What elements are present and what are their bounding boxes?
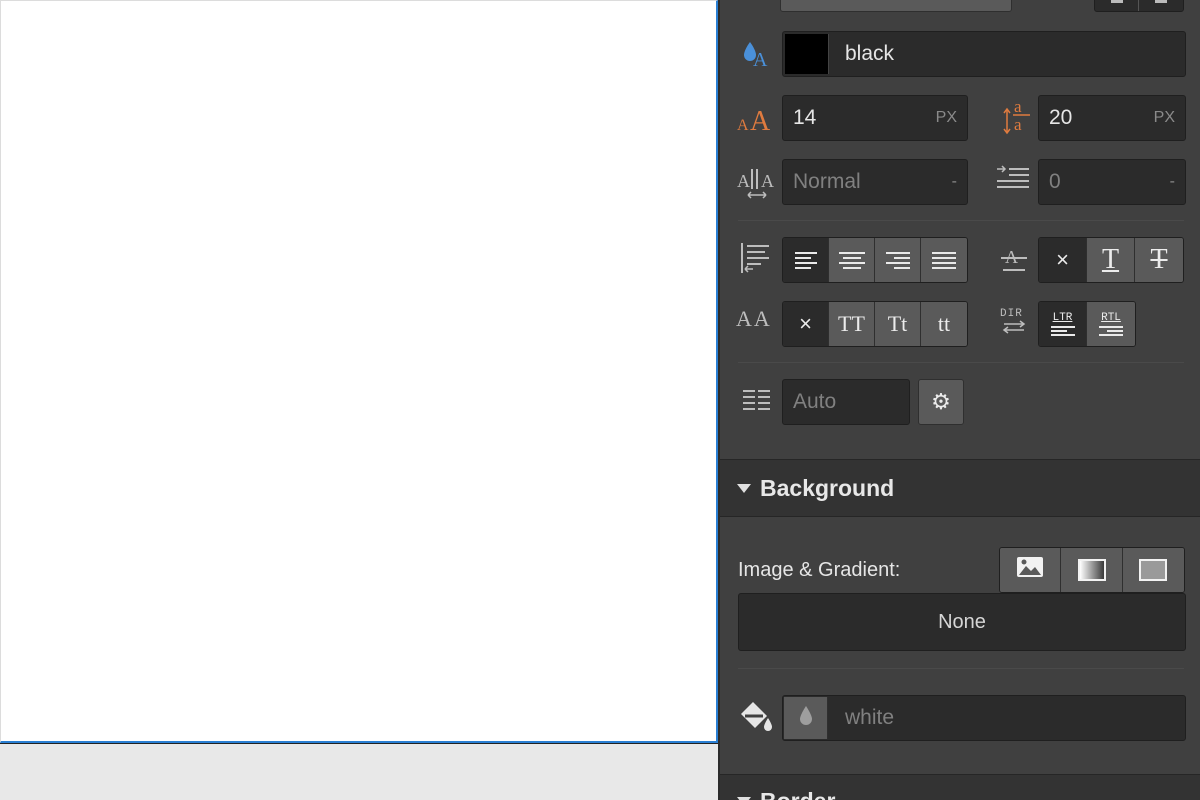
canvas-footer [0,743,718,800]
svg-text:a: a [1014,97,1022,116]
svg-text:A: A [753,49,768,69]
text-indent-input[interactable]: 0 - [1038,159,1186,205]
line-height-unit[interactable]: PX [1154,96,1175,140]
svg-text:A: A [750,106,771,134]
text-indent-unit[interactable]: - [1170,160,1175,204]
text-color-field[interactable]: black [782,31,1186,77]
font-style-buttons-partial[interactable] [1094,0,1184,12]
transform-none-label: × [799,311,812,336]
font-size-value: 14 [793,106,817,129]
image-gradient-label: Image & Gradient: [738,559,901,581]
paint-bucket-icon [736,698,776,736]
letter-spacing-input[interactable]: Normal - [782,159,968,205]
text-align-icon [738,240,774,276]
add-image-button[interactable] [1000,548,1062,592]
line-height-icon: a a [1000,96,1034,136]
letter-spacing-icon: A A [736,164,778,200]
canvas-page[interactable] [0,0,718,743]
columns-icon [740,386,774,416]
svg-text:A: A [761,171,774,191]
font-size-unit[interactable]: PX [936,96,957,140]
background-section-header[interactable]: Background [720,459,1200,517]
columns-input[interactable]: Auto [782,379,910,425]
text-transform-icon: AA [736,306,772,331]
letter-spacing-unit[interactable]: - [952,160,957,204]
gradient-icon [1077,559,1106,581]
gear-icon: ⚙ [931,389,951,414]
text-color-icon: A [740,36,776,72]
transform-lowercase-button[interactable]: tt [921,302,967,346]
background-color-swatch[interactable] [784,697,828,739]
direction-ltr-label: LTR [1052,312,1073,324]
drop-icon [799,705,813,732]
transform-none-button[interactable]: × [783,302,829,346]
background-color-field[interactable]: white [782,695,1186,741]
line-height-input[interactable]: 20 PX [1038,95,1186,141]
image-gradient-buttons [999,547,1185,593]
direction-rtl-label: RTL [1101,312,1121,324]
image-gradient-list[interactable]: None [738,593,1186,651]
text-decoration-buttons: × T T [1038,237,1184,283]
letter-spacing-value: Normal [793,170,861,193]
transform-capitalize-button[interactable]: Tt [875,302,921,346]
columns-value: Auto [793,390,837,413]
transform-capitalize-label: Tt [887,311,908,336]
text-direction-icon: DIR [1000,308,1032,338]
image-icon [1016,556,1044,584]
align-center-button[interactable] [829,238,875,282]
text-align-buttons [782,237,968,283]
decoration-underline-label: T [1101,244,1120,275]
decoration-strikethrough-button[interactable]: T [1135,238,1183,282]
transform-uppercase-label: TT [838,311,865,336]
divider [738,220,1184,221]
svg-text:A: A [737,117,749,134]
text-color-value: black [845,42,895,65]
font-size-input[interactable]: 14 PX [782,95,968,141]
border-section-title: Border [760,789,835,800]
style-panel: A black A A 14 PX a a 20 PX A A Normal -… [718,0,1200,800]
add-gradient-button[interactable] [1061,548,1123,592]
svg-text:A: A [737,171,750,191]
text-transform-buttons: × TT Tt tt [782,301,968,347]
direction-ltr-button[interactable]: LTR [1039,302,1087,346]
font-size-icon: A A [736,100,776,136]
text-indent-value: 0 [1049,170,1061,193]
svg-text:a: a [1014,115,1022,134]
text-decoration-icon: A [998,244,1030,274]
decoration-none-label: × [1056,247,1069,272]
decoration-none-button[interactable]: × [1039,238,1087,282]
line-height-value: 20 [1049,106,1073,129]
divider [738,668,1184,669]
direction-rtl-button[interactable]: RTL [1087,302,1135,346]
align-left-button[interactable] [783,238,829,282]
text-indent-icon [994,164,1032,194]
caret-down-icon [737,484,751,493]
align-right-button[interactable] [875,238,921,282]
font-family-field-partial[interactable] [780,0,1012,12]
color-overlay-icon [1139,559,1168,581]
columns-settings-button[interactable]: ⚙ [918,379,964,425]
divider [738,362,1184,363]
decoration-strikethrough-label: T [1150,244,1168,275]
align-justify-button[interactable] [921,238,967,282]
border-section-header[interactable]: Border [720,774,1200,800]
background-color-value: white [845,706,895,729]
design-canvas[interactable] [0,0,718,800]
text-direction-buttons: LTR RTL [1038,301,1136,347]
text-color-swatch[interactable] [785,34,829,74]
background-section-title: Background [760,475,895,501]
image-gradient-empty-label: None [938,610,986,633]
transform-uppercase-button[interactable]: TT [829,302,875,346]
direction-label: DIR [1000,308,1023,320]
add-color-overlay-button[interactable] [1122,548,1184,592]
transform-lowercase-label: tt [937,311,951,336]
decoration-underline-button[interactable]: T [1087,238,1135,282]
